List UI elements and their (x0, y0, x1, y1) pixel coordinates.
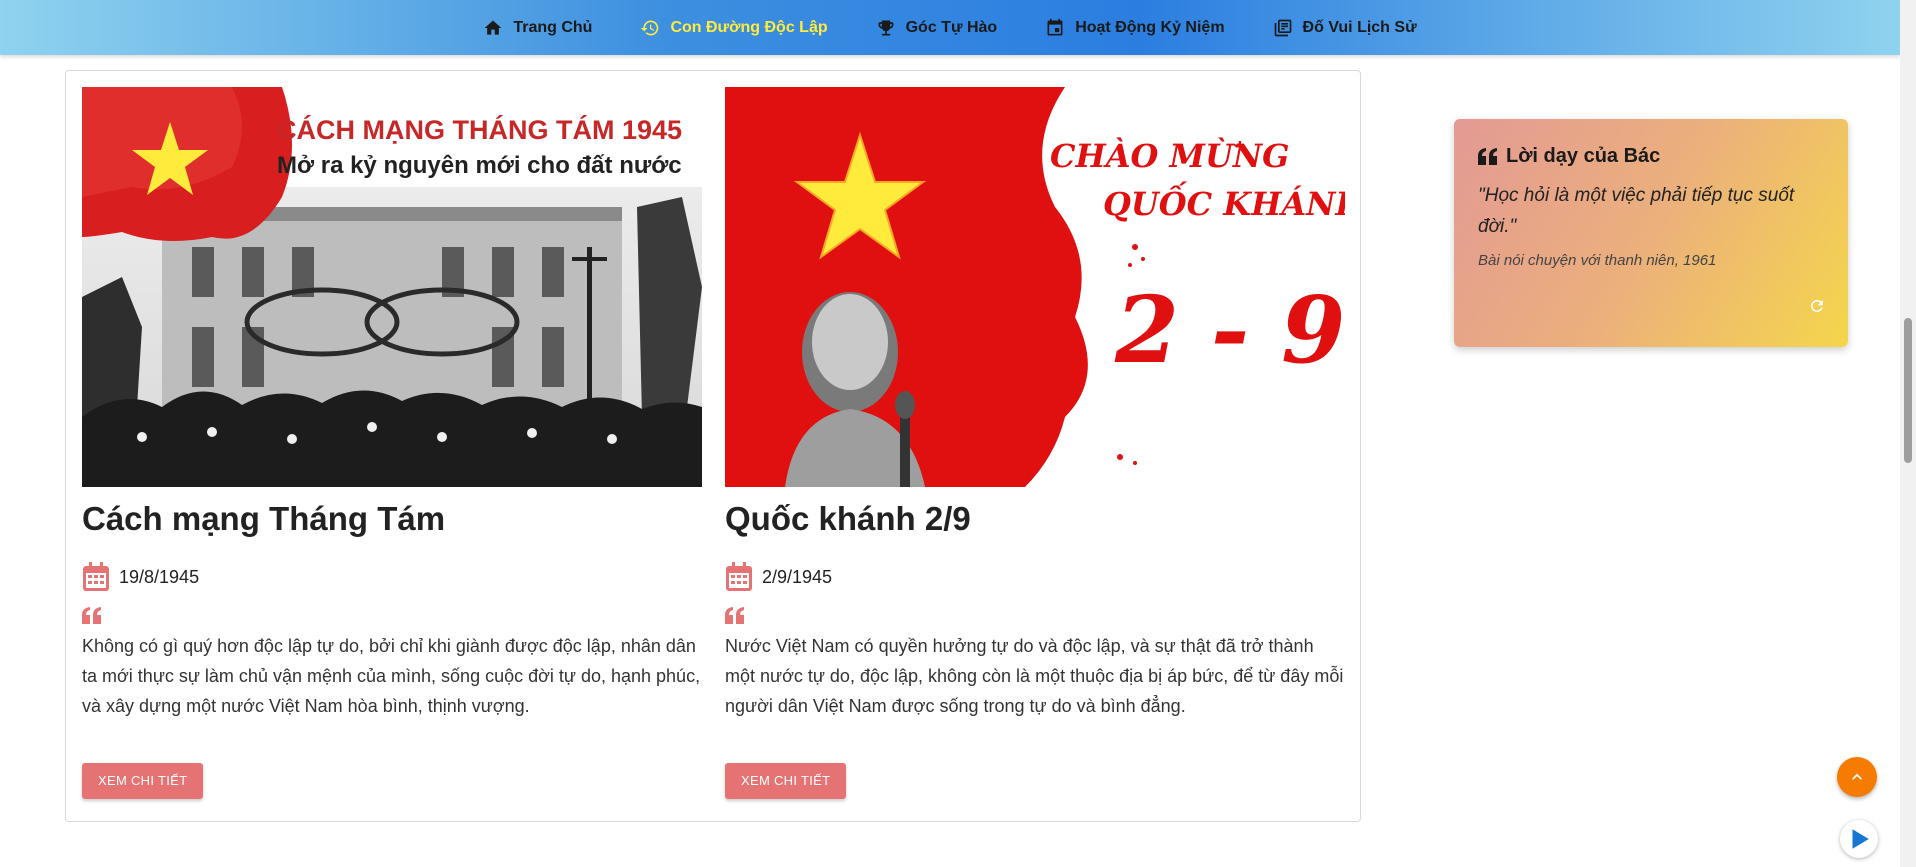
national-day-image: CHÀO MỪNG QUỐC KHÁNH 2 - 9 (725, 87, 1345, 487)
august-image-subheading: Mở ra kỷ nguyên mới cho đất nước (277, 152, 682, 179)
nav-item-quiz[interactable]: Đố Vui Lịch Sử (1249, 0, 1441, 55)
view-detail-button[interactable]: XEM CHI TIẾT (82, 763, 204, 799)
uncle-ho-quote-card: Lời dạy của Bác "Học hỏi là một việc phả… (1454, 119, 1848, 347)
event-national-day: CHÀO MỪNG QUỐC KHÁNH 2 - 9 Quốc khánh 2/… (725, 87, 1345, 799)
event-august-revolution: CÁCH MẠNG THÁNG TÁM 1945 Mở ra kỷ nguyên… (82, 87, 702, 799)
scrollbar-thumb[interactable] (1904, 318, 1912, 463)
play-icon (1852, 829, 1869, 849)
top-nav: Trang Chủ Con Đường Độc Lập Góc Tự Hào H… (0, 0, 1900, 55)
nav-item-label: Đố Vui Lịch Sử (1302, 18, 1417, 36)
nav-item-pride[interactable]: Góc Tự Hào (852, 0, 1022, 55)
quote-card-title: Lời dạy của Bác (1506, 145, 1661, 167)
national-day-image-number: 2 - 9 (1114, 276, 1345, 384)
refresh-icon[interactable] (1808, 297, 1826, 315)
event-date: 19/8/1945 (82, 561, 702, 593)
event-date: 2/9/1945 (725, 561, 1345, 593)
nav-item-home[interactable]: Trang Chủ (459, 0, 616, 55)
event-title: Cách mạng Tháng Tám (82, 500, 446, 537)
quote-left-icon (82, 607, 702, 629)
back-to-top-button[interactable] (1837, 757, 1877, 797)
events-card: CÁCH MẠNG THÁNG TÁM 1945 Mở ra kỷ nguyên… (65, 70, 1361, 822)
event-title: Quốc khánh 2/9 (725, 500, 971, 537)
calendar-icon (83, 562, 109, 591)
chevron-up-icon (1852, 773, 1862, 780)
nav-item-independence[interactable]: Con Đường Độc Lập (616, 0, 851, 55)
quote-card-source: Bài nói chuyện với thanh niên, 1961 (1478, 252, 1717, 269)
quiz-icon (1274, 19, 1291, 36)
event-date-text: 2/9/1945 (762, 566, 833, 587)
quote-left-icon (725, 607, 1345, 629)
page: Trang Chủ Con Đường Độc Lập Góc Tự Hào H… (0, 0, 1916, 867)
event-quote: Không có gì quý hơn độc lập tự do, bởi c… (82, 636, 701, 716)
august-revolution-image: CÁCH MẠNG THÁNG TÁM 1945 Mở ra kỷ nguyên… (82, 87, 702, 487)
quote-card-text: "Học hỏi là một việc phải tiếp tục suốt … (1478, 185, 1795, 237)
play-audio-button[interactable] (1840, 820, 1878, 858)
event-date-text: 19/8/1945 (119, 566, 200, 587)
event-quote: Nước Việt Nam có quyền hưởng tự do và độ… (725, 636, 1344, 716)
nav-item-label: Con Đường Độc Lập (670, 18, 828, 36)
trophy-icon (878, 20, 894, 35)
history-icon (641, 20, 659, 35)
august-revolution-illustration: CÁCH MẠNG THÁNG TÁM 1945 Mở ra kỷ nguyên… (82, 87, 702, 487)
home-icon (484, 20, 502, 35)
calendar-icon (1047, 18, 1063, 35)
nav-item-label: Trang Chủ (513, 18, 593, 36)
nav-item-activities[interactable]: Hoạt Động Kỷ Niệm (1021, 0, 1248, 55)
national-day-illustration: CHÀO MỪNG QUỐC KHÁNH 2 - 9 (725, 87, 1345, 487)
calendar-icon (726, 562, 752, 591)
nav-item-label: Góc Tự Hào (905, 18, 998, 36)
quote-card-header: Lời dạy của Bác (1478, 145, 1824, 168)
view-detail-button[interactable]: XEM CHI TIẾT (725, 763, 847, 799)
national-day-image-subheading: QUỐC KHÁNH (1103, 181, 1345, 223)
nav-item-label: Hoạt Động Kỷ Niệm (1075, 18, 1225, 36)
quote-left-icon (1478, 147, 1497, 165)
national-day-image-heading: CHÀO MỪNG (1050, 137, 1289, 175)
vertical-scrollbar[interactable] (1900, 0, 1916, 867)
august-image-heading: CÁCH MẠNG THÁNG TÁM 1945 (277, 114, 682, 145)
